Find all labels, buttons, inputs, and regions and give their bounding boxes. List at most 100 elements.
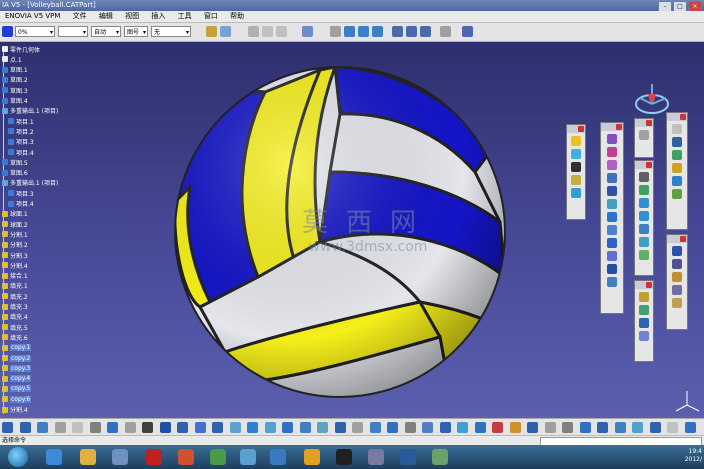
boundary-icon[interactable] (639, 172, 649, 182)
sketch-icon[interactable] (248, 26, 259, 37)
color-swatch-icon[interactable] (2, 26, 13, 37)
tree-item[interactable]: 球面.1 (2, 209, 28, 219)
tree-item[interactable]: 分割.1 (2, 229, 28, 239)
tree-item[interactable]: 球面.2 (2, 219, 28, 229)
plane-icon[interactable] (571, 162, 581, 172)
menu-view[interactable]: 视图 (120, 11, 144, 22)
tree-item[interactable]: 填充.5 (2, 322, 28, 332)
toolbar-button-icon[interactable] (299, 422, 311, 433)
tree-item[interactable]: 分割.4 (2, 260, 28, 270)
mapping-icon[interactable] (672, 189, 682, 199)
axis-icon[interactable] (462, 26, 473, 37)
viewer-icon[interactable] (270, 449, 286, 465)
toolbar-button-icon[interactable] (282, 422, 293, 433)
word-icon[interactable] (400, 449, 416, 465)
menu-help[interactable]: 帮助 (225, 11, 249, 22)
tree-item[interactable]: copy.2 (2, 353, 32, 363)
system-clock[interactable]: 19:4 2012/ (685, 448, 702, 464)
formula-icon[interactable] (406, 26, 417, 37)
tree-item[interactable]: 多重输出.1 (项目) (2, 106, 58, 116)
tree-item[interactable]: 填充.2 (2, 291, 28, 301)
toolbar-button-icon[interactable] (667, 422, 678, 433)
none-combo[interactable]: 无 (151, 26, 191, 38)
toolbar-button-icon[interactable] (369, 422, 381, 433)
menu-file[interactable]: 文件 (68, 11, 92, 22)
tree-item[interactable]: 项目.2 (8, 126, 34, 136)
translate-icon[interactable] (639, 211, 649, 221)
painter-icon[interactable] (206, 26, 217, 37)
tree-item[interactable]: copy.6 (2, 394, 32, 404)
measure-icon[interactable] (440, 26, 451, 37)
catalog-icon[interactable] (672, 298, 682, 308)
parameter-icon[interactable] (392, 26, 403, 37)
tree-item[interactable]: 草图.1 (2, 65, 28, 75)
toolbar-button-icon[interactable] (229, 422, 241, 433)
menu-tools[interactable]: 工具 (173, 11, 197, 22)
toolbar-button-icon[interactable] (684, 422, 696, 433)
sphere-icon[interactable] (607, 160, 617, 170)
rotate-icon[interactable] (639, 224, 649, 234)
tree-item[interactable]: 草图.4 (2, 96, 28, 106)
start-button[interactable] (8, 447, 28, 467)
toolbar-button-icon[interactable] (177, 422, 188, 433)
light-icon[interactable] (672, 285, 682, 295)
toolbar-button-icon[interactable] (422, 422, 433, 433)
tree-item[interactable]: 零件几何体 (2, 44, 40, 54)
snap-icon[interactable] (276, 26, 287, 37)
layer-combo[interactable]: 图号 (124, 26, 148, 38)
catia-icon[interactable] (368, 449, 384, 465)
fillet-icon[interactable] (639, 198, 649, 208)
toolbar-button-icon[interactable] (264, 422, 276, 433)
tree-item[interactable]: copy.4 (2, 374, 32, 384)
toolbar-button-icon[interactable] (159, 422, 171, 433)
toolbar-button-icon[interactable] (194, 422, 206, 433)
revolve-icon[interactable] (607, 147, 617, 157)
tree-item[interactable]: 填充.1 (2, 281, 28, 291)
toolbar-button-icon[interactable] (649, 422, 661, 433)
browser-icon[interactable] (178, 449, 194, 465)
toolbar-button-icon[interactable] (492, 422, 503, 433)
curve-icon[interactable] (372, 26, 383, 37)
sweep-icon[interactable] (607, 199, 617, 209)
line-icon[interactable] (571, 149, 581, 159)
toolbar-button-icon[interactable] (544, 422, 556, 433)
tree-item[interactable]: 多重输出.1 (项目) (2, 178, 58, 188)
toolbar-button-icon[interactable] (404, 422, 416, 433)
menu-enovia[interactable]: ENOVIA V5 VPM (0, 11, 65, 22)
toolbar-button-icon[interactable] (54, 422, 66, 433)
toolbar-button-icon[interactable] (317, 422, 328, 433)
media-icon[interactable] (112, 449, 128, 465)
toolbar-button-icon[interactable] (37, 422, 48, 433)
tree-item[interactable]: 项目.4 (8, 199, 34, 209)
point-icon[interactable] (571, 136, 581, 146)
scaling-icon[interactable] (639, 250, 649, 260)
tree-item[interactable]: 项目.3 (8, 188, 34, 198)
toolbar-button-icon[interactable] (562, 422, 573, 433)
close-icon[interactable] (680, 236, 686, 242)
multi-section-icon[interactable] (607, 225, 617, 235)
terminal-icon[interactable] (336, 449, 352, 465)
trim-icon[interactable] (607, 277, 617, 287)
extract-icon[interactable] (639, 185, 649, 195)
select-icon[interactable] (220, 26, 231, 37)
tree-item[interactable]: copy.3 (2, 363, 32, 373)
close-icon[interactable] (646, 282, 652, 288)
toolbar-button-icon[interactable] (632, 422, 643, 433)
toolbar-button-icon[interactable] (597, 422, 608, 433)
tree-item[interactable]: 分割.3 (2, 250, 28, 260)
toolbar-button-icon[interactable] (387, 422, 398, 433)
refresh-icon[interactable] (344, 26, 355, 37)
app-icon[interactable] (210, 449, 226, 465)
cad-icon[interactable] (240, 449, 256, 465)
toolbar-button-icon[interactable] (107, 422, 118, 433)
split-icon[interactable] (607, 264, 617, 274)
pointer-icon[interactable] (639, 130, 649, 140)
menu-edit[interactable]: 编辑 (94, 11, 118, 22)
ie-icon[interactable] (46, 449, 62, 465)
symmetry-icon[interactable] (639, 237, 649, 247)
menu-insert[interactable]: 插入 (146, 11, 170, 22)
toolbar-button-icon[interactable] (509, 422, 521, 433)
grid-icon[interactable] (262, 26, 273, 37)
pointer-icon[interactable] (302, 26, 313, 37)
blend-icon[interactable] (607, 238, 617, 248)
